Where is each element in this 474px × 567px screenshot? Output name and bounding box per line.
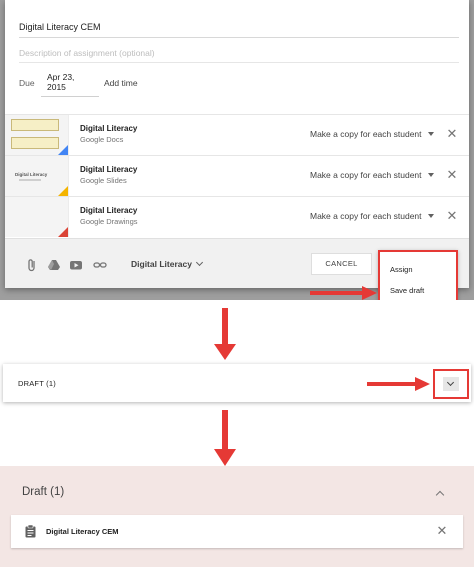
- drawings-corner-marker: [58, 227, 68, 237]
- chevron-down-icon: [446, 378, 455, 387]
- slides-corner-marker: [58, 186, 68, 196]
- due-label: Due: [19, 78, 35, 88]
- permission-dropdown[interactable]: Make a copy for each student: [310, 170, 434, 180]
- caret-down-icon: [427, 173, 434, 177]
- draft-item[interactable]: Digital Literacy CEM ✕: [11, 515, 463, 548]
- expand-drafts-button[interactable]: [443, 377, 459, 391]
- red-arrow-down-icon: [214, 308, 236, 360]
- remove-attachment-icon[interactable]: ✕: [445, 209, 459, 223]
- attachment-name: Digital Literacy: [80, 165, 138, 174]
- paperclip-icon[interactable]: [25, 258, 39, 272]
- assignment-description-input[interactable]: Description of assignment (optional): [19, 47, 459, 63]
- remove-attachment-icon[interactable]: ✕: [445, 168, 459, 182]
- attachment-row-drawings[interactable]: Digital Literacy Google Drawings Make a …: [5, 196, 469, 237]
- caret-down-icon: [427, 214, 434, 218]
- assign-menu-item[interactable]: Assign: [390, 265, 413, 274]
- red-arrow-right-icon: [310, 286, 377, 300]
- red-arrow-down-icon: [214, 410, 236, 466]
- delete-draft-icon[interactable]: ✕: [435, 524, 449, 538]
- cancel-button[interactable]: CANCEL: [311, 253, 372, 275]
- docs-thumbnail: [5, 115, 69, 155]
- drive-icon[interactable]: [47, 258, 61, 272]
- chevron-up-icon[interactable]: [435, 490, 445, 500]
- draft-collapsed-bar[interactable]: DRAFT (1): [3, 364, 471, 402]
- chevron-down-icon: [195, 258, 203, 267]
- assignment-clipboard-icon: [25, 525, 36, 538]
- attachment-type: Google Drawings: [80, 217, 138, 226]
- assign-menu: Assign Save draft: [378, 250, 458, 300]
- attachment-name: Digital Literacy: [80, 124, 138, 133]
- attachment-name: Digital Literacy: [80, 206, 138, 215]
- permission-label: Make a copy for each student: [310, 211, 422, 221]
- docs-corner-marker: [58, 145, 68, 155]
- attachment-row-slides[interactable]: Digital Literacy Digital Literacy Google…: [5, 155, 469, 196]
- assignment-dialog-panel: Digital Literacy CEM Description of assi…: [0, 0, 474, 300]
- caret-down-icon: [427, 132, 434, 136]
- assignment-dialog: Digital Literacy CEM Description of assi…: [5, 0, 469, 288]
- expand-highlight: [433, 369, 469, 399]
- attachment-type: Google Docs: [80, 135, 124, 144]
- class-selector-label: Digital Literacy: [131, 259, 192, 269]
- permission-dropdown[interactable]: Make a copy for each student: [310, 129, 434, 139]
- slides-thumbnail: Digital Literacy: [5, 156, 69, 196]
- attachment-type: Google Slides: [80, 176, 127, 185]
- assignment-title-input[interactable]: Digital Literacy CEM: [19, 20, 459, 38]
- draft-expanded-panel: Draft (1) Digital Literacy CEM ✕: [0, 466, 474, 567]
- draft-section-title: Draft (1): [22, 486, 65, 498]
- red-arrow-right-icon: [367, 377, 430, 391]
- permission-dropdown[interactable]: Make a copy for each student: [310, 211, 434, 221]
- class-selector[interactable]: Digital Literacy: [131, 258, 203, 269]
- draft-count-label: DRAFT (1): [18, 379, 56, 388]
- attachment-row-docs[interactable]: Digital Literacy Google Docs Make a copy…: [5, 114, 469, 155]
- draft-item-name: Digital Literacy CEM: [46, 527, 119, 536]
- save-draft-menu-item[interactable]: Save draft: [390, 286, 424, 295]
- drawings-thumbnail: [5, 197, 69, 237]
- permission-label: Make a copy for each student: [310, 170, 422, 180]
- due-row: Due Apr 23, 2015 Add time: [19, 72, 138, 97]
- link-icon[interactable]: [93, 258, 107, 272]
- slides-thumb-text: Digital Literacy: [15, 172, 48, 177]
- add-time-link[interactable]: Add time: [104, 78, 138, 88]
- due-date-picker[interactable]: Apr 23, 2015: [41, 70, 99, 97]
- remove-attachment-icon[interactable]: ✕: [445, 127, 459, 141]
- youtube-icon[interactable]: [69, 258, 83, 272]
- permission-label: Make a copy for each student: [310, 129, 422, 139]
